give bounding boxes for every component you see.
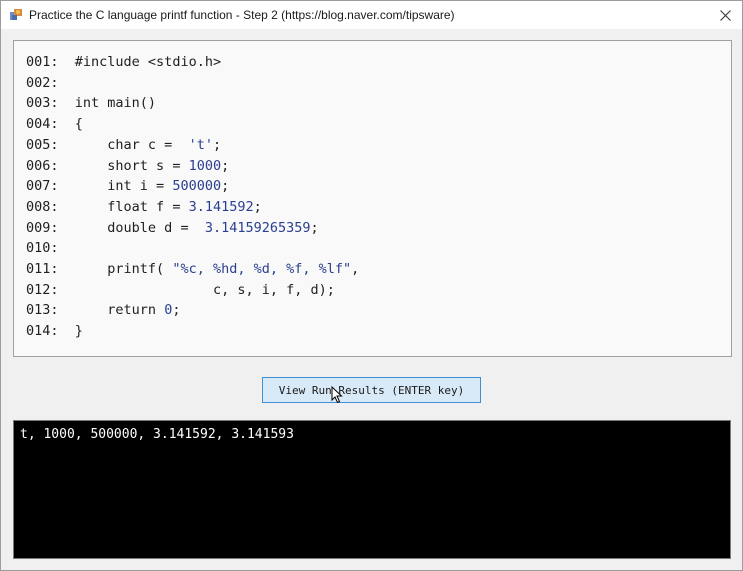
line-number: 011: (26, 261, 59, 277)
line-number: 003: (26, 95, 59, 112)
code-token: ; (310, 219, 319, 236)
code-token: int main() (74, 95, 157, 112)
code-token: return (74, 302, 165, 319)
code-line: 014: } (26, 321, 83, 341)
line-number: 002: (26, 74, 59, 91)
title-bar[interactable]: Practice the C language printf function … (1, 1, 742, 29)
code-token: ; (221, 178, 230, 195)
close-button[interactable] (708, 1, 742, 29)
code-line: 012: c, s, i, f, d); (26, 280, 335, 300)
string-literal: "%c, %hd, %d, %f, %lf" (172, 261, 352, 277)
code-token: { (74, 116, 83, 133)
line-number: 009: (26, 219, 59, 236)
code-text: return 0; (74, 302, 181, 319)
code-text: int i = 500000; (75, 178, 229, 194)
line-number: 007: (26, 178, 59, 195)
line-number: 004: (26, 116, 59, 133)
code-text: printf( "%c, %hd, %d, %f, %lf", (74, 261, 360, 277)
code-text: short s = 1000; (75, 158, 229, 174)
code-line: 002: (26, 73, 75, 93)
code-text: } (75, 323, 83, 339)
code-token: #include <stdio.h> (74, 54, 222, 70)
line-number: 005: (26, 136, 59, 153)
number-literal: 1000 (188, 157, 222, 174)
code-token: c, s, i, f, d); (74, 281, 335, 298)
code-token: float f = (74, 198, 189, 215)
code-token: ; (253, 198, 262, 215)
code-line: 007: int i = 500000; (26, 176, 229, 196)
code-line: 010: (26, 238, 75, 258)
string-literal: 't' (188, 136, 213, 153)
code-line: 011: printf( "%c, %hd, %d, %f, %lf", (26, 259, 359, 279)
code-token: ; (172, 302, 181, 319)
code-token: } (74, 323, 83, 340)
line-number: 013: (26, 302, 59, 319)
code-text: c, s, i, f, d); (75, 282, 335, 298)
code-token: printf( (74, 261, 173, 277)
code-text: { (75, 116, 83, 132)
console-output-panel: t, 1000, 500000, 3.141592, 3.141593 (13, 420, 731, 559)
app-icon (10, 9, 22, 20)
code-token: , (351, 261, 360, 277)
view-run-results-button[interactable]: View Run Results (ENTER key) (262, 377, 481, 403)
code-line: 008: float f = 3.141592; (26, 197, 262, 217)
line-number: 014: (26, 323, 59, 340)
code-text: double d = 3.14159265359; (74, 219, 319, 236)
code-text: float f = 3.141592; (74, 198, 262, 215)
code-token: char c = (74, 136, 189, 153)
line-number: 006: (26, 157, 59, 174)
code-line: 006: short s = 1000; (26, 156, 229, 176)
console-output-text: t, 1000, 500000, 3.141592, 3.141593 (20, 427, 294, 442)
code-text: char c = 't'; (75, 137, 221, 153)
code-text: #include <stdio.h> (75, 54, 221, 70)
code-token: ; (212, 136, 222, 153)
code-token: ; (221, 157, 230, 174)
code-line: 013: return 0; (26, 300, 180, 320)
window-title: Practice the C language printf function … (29, 8, 455, 22)
number-literal: 3.141592 (188, 198, 254, 215)
code-token: int i = (74, 178, 173, 195)
code-text: int main() (75, 95, 156, 111)
code-line: 009: double d = 3.14159265359; (26, 218, 319, 238)
code-editor-panel[interactable]: 001: #include <stdio.h> 002: 003: int mai… (13, 40, 732, 357)
line-number: 012: (26, 281, 59, 298)
close-icon (719, 9, 731, 21)
code-line: 003: int main() (26, 93, 156, 113)
line-number: 001: (26, 54, 59, 70)
code-token: double d = (74, 219, 205, 236)
code-line: 005: char c = 't'; (26, 135, 221, 155)
code-line: 004: { (26, 114, 83, 134)
line-number: 010: (26, 240, 59, 257)
number-literal: 500000 (172, 178, 222, 195)
code-token: short s = (74, 157, 189, 174)
app-window: Practice the C language printf function … (0, 0, 743, 571)
line-number: 008: (26, 198, 59, 215)
code-line: 001: #include <stdio.h> (26, 52, 221, 72)
number-literal: 3.14159265359 (204, 219, 311, 236)
